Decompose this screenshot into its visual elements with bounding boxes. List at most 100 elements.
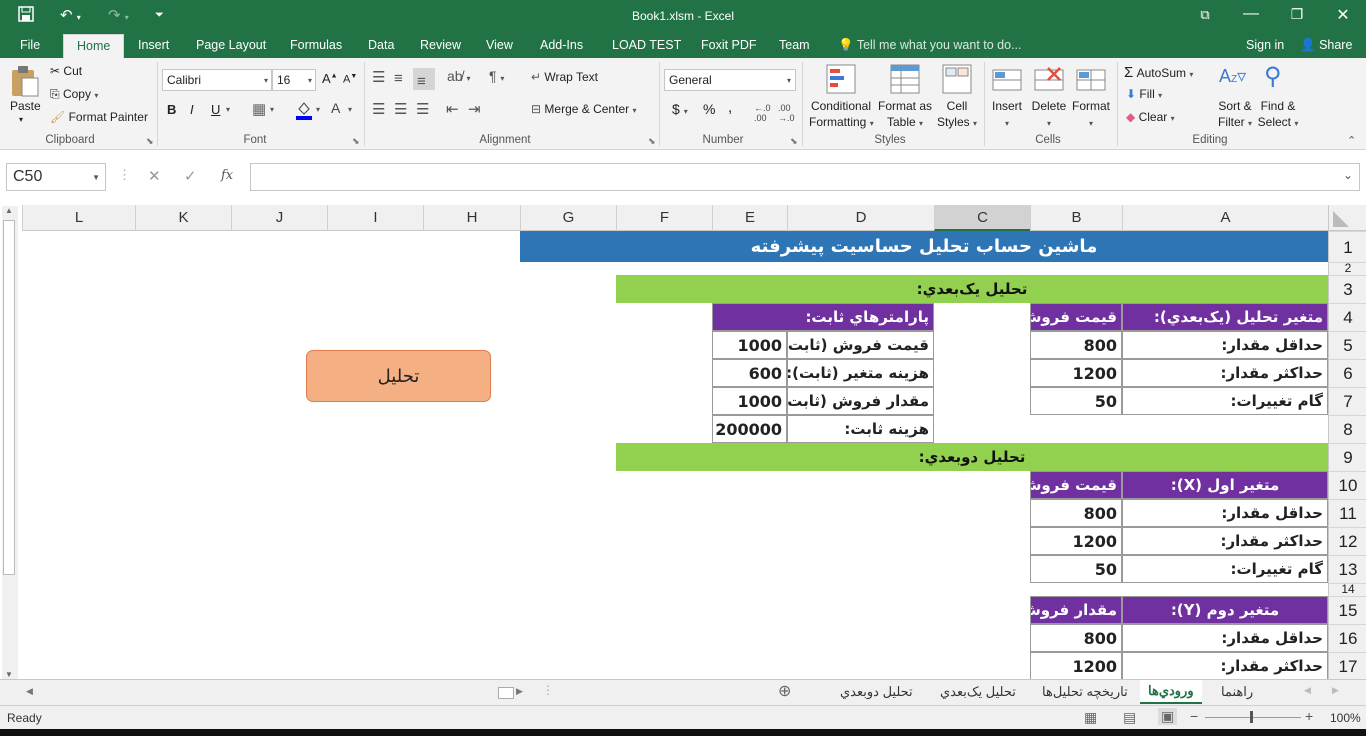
paste-icon[interactable] [10, 64, 40, 101]
row-header[interactable]: 5 [1329, 331, 1366, 359]
increase-font-icon[interactable]: A▲ [322, 71, 338, 86]
tab-scroll-left-icon[interactable]: ◀ [1304, 685, 1311, 696]
format-button[interactable]: Format ▾ [1071, 98, 1111, 132]
scroll-right-icon[interactable]: ▶ [516, 686, 523, 697]
column-header-a[interactable]: A [1122, 205, 1328, 231]
fill-color-dropdown-icon[interactable]: ▾ [316, 105, 320, 114]
tab-data[interactable]: Data [368, 38, 394, 52]
row-header[interactable]: 4 [1329, 303, 1366, 331]
tab-view[interactable]: View [486, 38, 513, 52]
increase-decimal-icon[interactable]: ←.0.00 [754, 103, 771, 123]
fill-button[interactable]: ⬇ Fill ▾ [1126, 87, 1162, 101]
one-d-min-label[interactable]: حداقل مقدار: [1122, 331, 1328, 359]
sign-in-link[interactable]: Sign in [1246, 38, 1284, 52]
font-launcher-icon[interactable]: ⬊ [352, 136, 360, 147]
fixed-params-header[interactable]: پارامترهاي ثابت: [712, 303, 934, 331]
tab-add-ins[interactable]: Add-Ins [540, 38, 583, 52]
column-header-d[interactable]: D [787, 205, 934, 231]
sheet-tab-guide[interactable]: راهنما [1221, 684, 1253, 700]
normal-view-icon[interactable]: ▦ [1084, 709, 1097, 726]
comma-style-button[interactable]: , [728, 99, 732, 116]
close-icon[interactable]: ✕ [1323, 5, 1363, 25]
cell-styles-button[interactable]: Cell Styles ▾ [934, 98, 980, 132]
collapse-ribbon-icon[interactable]: ⌃ [1347, 134, 1356, 147]
one-d-var-label[interactable]: متغير تحليل (يک‌بعدي): [1122, 303, 1328, 331]
column-header-l[interactable]: L [22, 205, 135, 231]
number-format-select[interactable]: General ▾ [664, 69, 796, 91]
one-d-step-value[interactable]: 50 [1030, 387, 1122, 415]
one-d-section-header[interactable]: تحليل يک‌بعدي: [616, 275, 1328, 303]
scroll-left-icon[interactable]: ◀ [26, 686, 33, 697]
column-header-f[interactable]: F [616, 205, 712, 231]
one-d-max-value[interactable]: 1200 [1030, 359, 1122, 387]
tab-load-test[interactable]: LOAD TEST [612, 38, 681, 52]
row-header[interactable]: 6 [1329, 359, 1366, 387]
column-header-c[interactable]: C [934, 205, 1030, 231]
sort-filter-button[interactable]: Sort & Filter ▾ [1213, 98, 1257, 132]
horizontal-scroll-thumb[interactable] [498, 687, 514, 699]
ribbon-display-icon[interactable]: ⧉ [1185, 7, 1225, 23]
number-launcher-icon[interactable]: ⬊ [790, 136, 798, 147]
font-size-select[interactable]: 16 ▾ [272, 69, 316, 91]
clipboard-launcher-icon[interactable]: ⬊ [146, 136, 154, 147]
borders-icon[interactable]: ▦ [252, 100, 266, 118]
clear-button[interactable]: ◆ Clear ▾ [1126, 110, 1175, 124]
select-all-corner[interactable] [1328, 205, 1366, 231]
sheet-tab-two-d[interactable]: تحليل دوبعدي [840, 684, 913, 700]
decrease-indent-icon[interactable]: ⇤ [446, 100, 459, 118]
align-right-icon[interactable]: ☰ [416, 100, 429, 118]
font-color-icon[interactable]: A [331, 100, 340, 116]
format-painter-button[interactable]: 🖌 Format Painter [50, 110, 148, 124]
top-align-icon[interactable]: ☰ [372, 68, 385, 86]
one-d-var-value[interactable]: قيمت فروش [1030, 303, 1122, 331]
zoom-slider[interactable] [1205, 717, 1301, 718]
x-step-value[interactable]: 50 [1030, 555, 1122, 583]
underline-button[interactable]: U [211, 102, 220, 117]
italic-button[interactable]: I [190, 102, 194, 117]
alignment-launcher-icon[interactable]: ⬊ [648, 136, 656, 147]
name-box[interactable]: C50 ▼ [6, 163, 106, 191]
new-sheet-icon[interactable]: ⊕ [778, 681, 791, 701]
fixed-price-label[interactable]: قيمت فروش (ثابت): [787, 331, 934, 359]
analyze-button[interactable]: تحليل [306, 350, 491, 402]
paste-dropdown-icon[interactable]: ▾ [19, 115, 23, 124]
accounting-format-button[interactable]: $ ▾ [672, 101, 688, 117]
sheet-tab-one-d[interactable]: تحليل يک‌بعدي [940, 684, 1016, 700]
zoom-in-icon[interactable]: + [1305, 708, 1313, 724]
scroll-down-icon[interactable]: ▼ [5, 670, 13, 679]
fixed-cost-label[interactable]: هزينه ثابت: [787, 415, 934, 443]
sheet-tab-history[interactable]: تاريخچه تحليل‌ها [1042, 684, 1128, 700]
scroll-up-icon[interactable]: ▲ [5, 206, 13, 215]
row-header[interactable]: 8 [1329, 415, 1366, 443]
fixed-qty-value[interactable]: 1000 [712, 387, 787, 415]
tab-split-grip[interactable]: ⋮ [542, 683, 554, 697]
x-step-label[interactable]: گام تغييرات: [1122, 555, 1328, 583]
zoom-out-icon[interactable]: − [1190, 708, 1198, 724]
underline-dropdown-icon[interactable]: ▾ [226, 105, 230, 114]
tab-foxit-pdf[interactable]: Foxit PDF [701, 38, 757, 52]
sheet-tab-inputs[interactable]: ورودي‌ها [1140, 680, 1202, 704]
column-header-e[interactable]: E [712, 205, 787, 231]
tab-home[interactable]: Home [63, 34, 125, 58]
one-d-step-label[interactable]: گام تغييرات: [1122, 387, 1328, 415]
row-header[interactable]: 13 [1329, 555, 1366, 583]
horizontal-scrollbar[interactable]: ▶ [40, 686, 530, 699]
merge-center-button[interactable]: ⊟ Merge & Center ▾ [531, 102, 636, 116]
fixed-price-value[interactable]: 1000 [712, 331, 787, 359]
one-d-min-value[interactable]: 800 [1030, 331, 1122, 359]
tab-review[interactable]: Review [420, 38, 461, 52]
bottom-align-icon[interactable]: ≡ [413, 68, 435, 90]
find-select-button[interactable]: Find & Select ▾ [1256, 98, 1300, 132]
autosum-button[interactable]: Σ AutoSum ▾ [1124, 64, 1193, 81]
fixed-var-cost-value[interactable]: 600 [712, 359, 787, 387]
page-break-view-icon[interactable]: ▣ [1158, 708, 1178, 725]
tab-page-layout[interactable]: Page Layout [196, 38, 266, 52]
restore-icon[interactable]: ❐ [1277, 6, 1317, 23]
column-header-k[interactable]: K [135, 205, 231, 231]
x-var-value[interactable]: قيمت فروش [1030, 471, 1122, 499]
x-max-label[interactable]: حداکثر مقدار: [1122, 527, 1328, 555]
row-header[interactable]: 14 [1329, 583, 1366, 596]
row-header[interactable]: 1 [1329, 231, 1366, 262]
fixed-cost-value[interactable]: 200000 [712, 415, 787, 443]
share-button[interactable]: 👤 Share [1300, 38, 1352, 53]
